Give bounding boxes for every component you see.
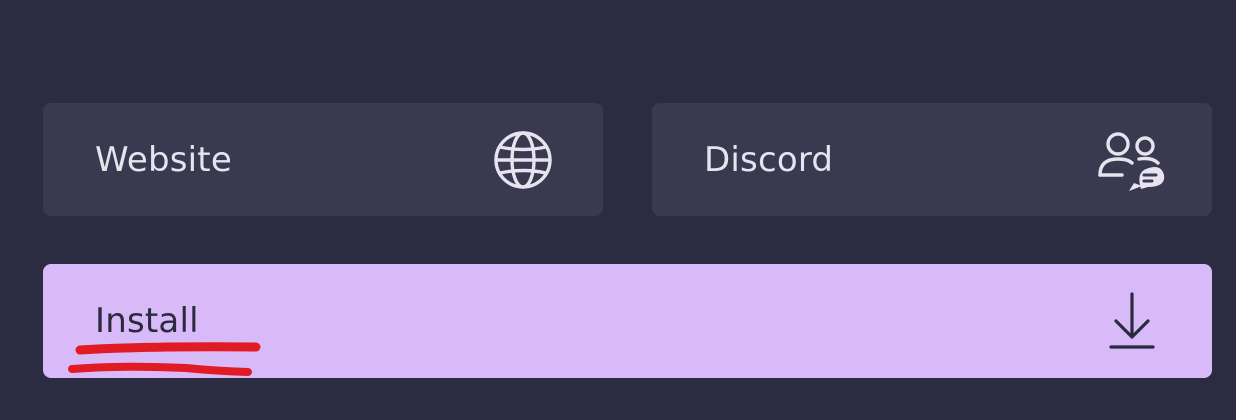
install-button[interactable]: Install: [43, 264, 1212, 378]
download-icon: [1109, 292, 1155, 349]
install-label: Install: [95, 301, 199, 341]
discord-label: Discord: [704, 139, 834, 180]
website-button[interactable]: Website: [43, 103, 603, 216]
globe-icon: [494, 130, 552, 189]
discord-button[interactable]: Discord: [652, 103, 1212, 216]
website-label: Website: [95, 139, 232, 180]
community-chat-icon: [1098, 131, 1165, 191]
